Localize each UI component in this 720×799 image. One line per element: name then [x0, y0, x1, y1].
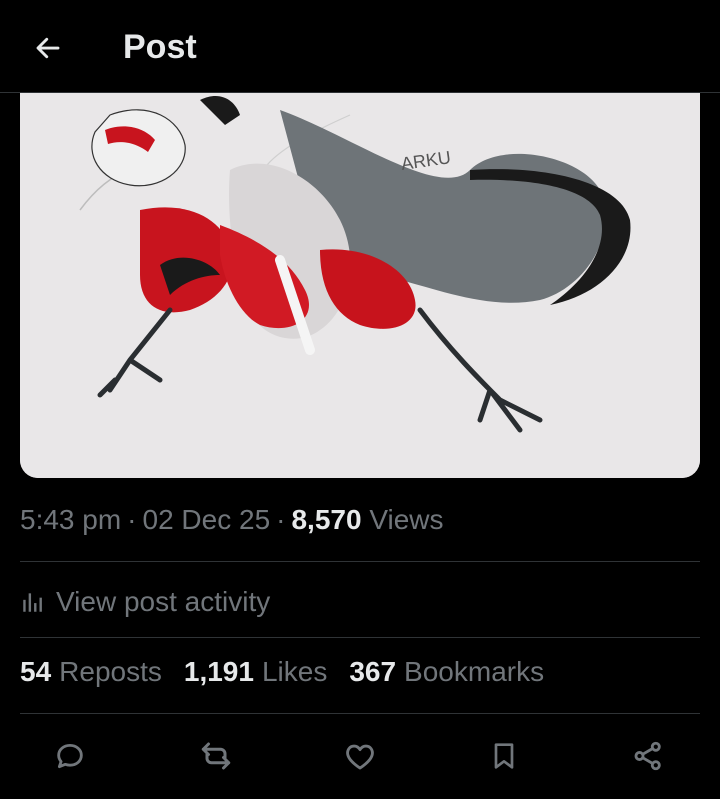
engagement-stats: 54 Reposts 1,191 Likes 367 Bookmarks	[20, 656, 544, 688]
repost-icon	[201, 742, 231, 770]
divider	[20, 637, 700, 638]
views-count: 8,570	[291, 504, 362, 535]
share-icon	[634, 741, 661, 771]
post-time: 5:43 pm	[20, 504, 122, 535]
reply-button[interactable]	[48, 734, 92, 778]
likes-label: Likes	[261, 656, 328, 687]
post-image[interactable]: ARKU	[20, 60, 700, 478]
reposts-label: Reposts	[59, 656, 162, 687]
bookmarks-label: Bookmarks	[404, 656, 545, 687]
divider	[20, 561, 700, 562]
views-label: Views	[369, 504, 444, 535]
action-bar	[0, 726, 720, 786]
bookmarks-stat[interactable]: 367 Bookmarks	[349, 656, 544, 688]
page-title: Post	[123, 28, 197, 66]
divider	[20, 713, 700, 714]
view-post-activity-link[interactable]: View post activity	[20, 580, 270, 624]
artwork-drawing: ARKU	[20, 60, 700, 478]
activity-label: View post activity	[56, 586, 271, 617]
repost-button[interactable]	[194, 734, 238, 778]
meta-separator: ·	[127, 504, 137, 535]
bookmark-button[interactable]	[482, 734, 526, 778]
back-button[interactable]	[26, 26, 70, 70]
post-date: 02 Dec 25	[142, 504, 271, 535]
likes-count: 1,191	[183, 656, 254, 687]
meta-separator: ·	[276, 504, 286, 535]
arrow-left-icon	[36, 37, 60, 59]
share-button[interactable]	[626, 734, 670, 778]
post-metadata: 5:43 pm · 02 Dec 25 · 8,570 Views	[20, 504, 444, 536]
top-bar: Post	[0, 0, 720, 93]
bar-chart-icon	[23, 593, 42, 612]
reposts-stat[interactable]: 54 Reposts	[20, 656, 162, 688]
likes-stat[interactable]: 1,191 Likes	[184, 656, 327, 688]
like-button[interactable]	[338, 734, 382, 778]
like-icon	[346, 744, 374, 770]
bookmark-icon	[494, 743, 514, 769]
bookmarks-count: 367	[349, 656, 397, 687]
reposts-count: 54	[20, 656, 52, 687]
reply-icon	[57, 743, 83, 769]
